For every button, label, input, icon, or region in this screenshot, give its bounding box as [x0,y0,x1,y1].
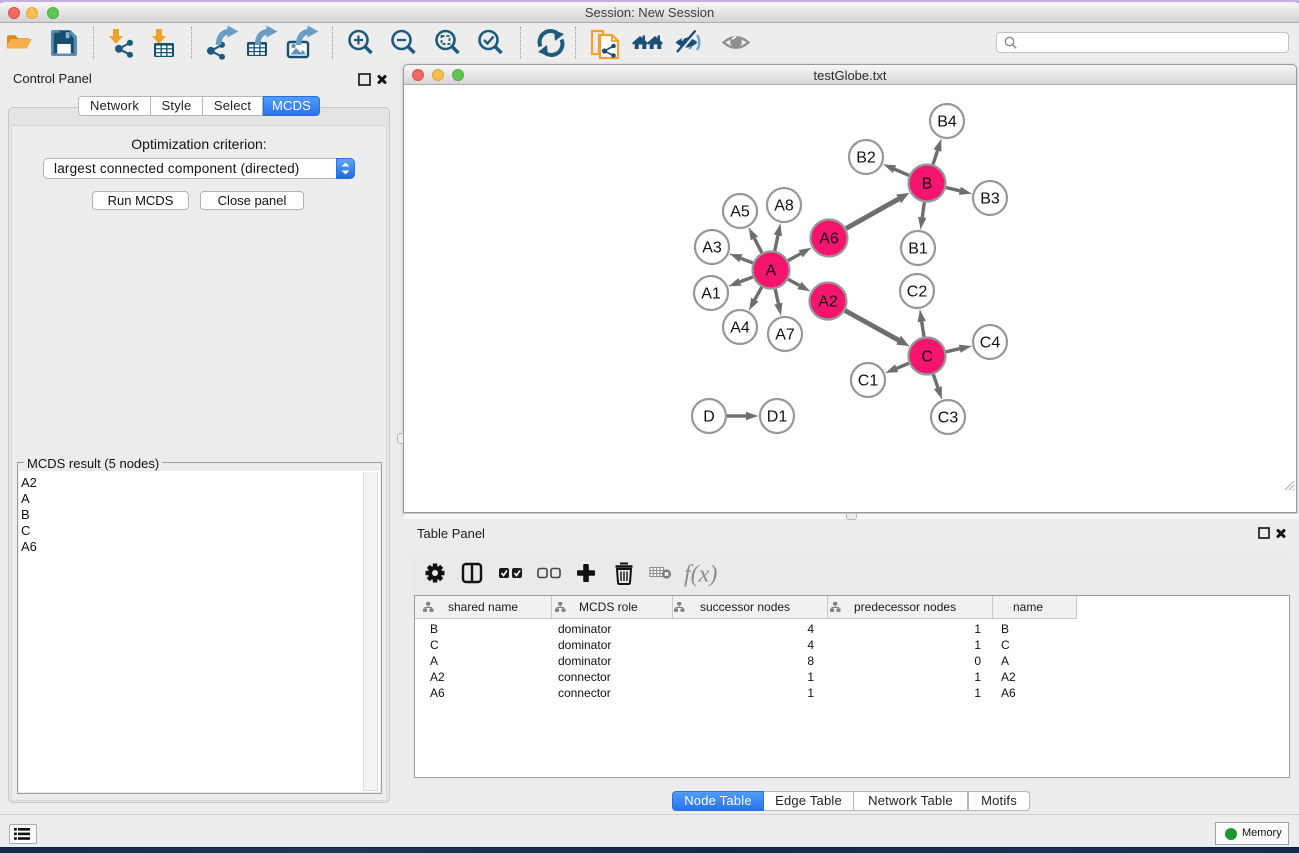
svg-text:B4: B4 [937,114,957,131]
svg-text:C: C [921,349,933,366]
svg-text:A3: A3 [702,240,722,257]
svg-text:A6: A6 [819,231,839,248]
svg-text:A2: A2 [818,294,838,311]
svg-text:A7: A7 [775,327,795,344]
svg-text:D1: D1 [767,409,788,426]
svg-text:f(x): f(x) [684,562,717,588]
svg-text:C1: C1 [858,373,879,390]
svg-text:A5: A5 [730,204,750,221]
svg-text:A4: A4 [730,320,750,337]
svg-text:A1: A1 [701,286,721,303]
svg-text:D: D [703,409,715,426]
svg-text:B1: B1 [908,241,928,258]
svg-text:B2: B2 [856,150,876,167]
svg-text:A8: A8 [774,198,794,215]
svg-text:A: A [766,263,777,280]
svg-text:B: B [922,176,933,193]
svg-text:B3: B3 [980,191,1000,208]
svg-text:C4: C4 [980,335,1001,352]
svg-text:C2: C2 [907,284,928,301]
svg-text:C3: C3 [938,410,959,427]
